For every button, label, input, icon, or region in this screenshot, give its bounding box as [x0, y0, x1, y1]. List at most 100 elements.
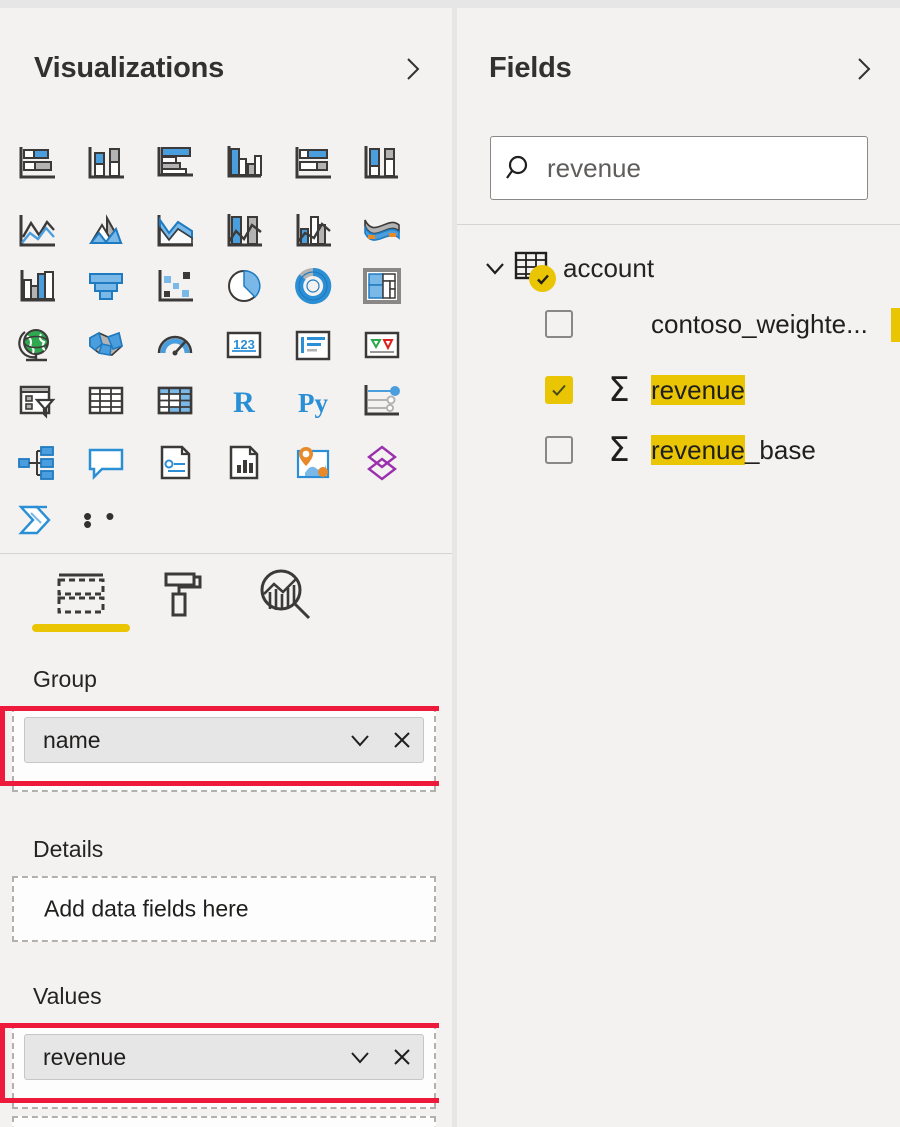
stacked-column-chart-icon[interactable]: [83, 140, 129, 186]
treemap-chart-icon[interactable]: [359, 263, 405, 309]
python-visual-icon[interactable]: Py: [290, 378, 336, 424]
matrix-visual-icon[interactable]: [152, 378, 198, 424]
power-apps-visual-icon[interactable]: [359, 440, 405, 486]
tree-field-label: revenue: [651, 375, 745, 406]
visualizations-pane: Visualizations: [0, 8, 452, 1127]
search-icon: [491, 152, 547, 184]
field-wells: Group name Details Add data fields here …: [0, 648, 452, 1127]
powerbi-panes: Visualizations: [0, 0, 900, 1127]
tree-field-label-rest: _base: [745, 435, 816, 465]
filled-map-icon[interactable]: [83, 323, 129, 369]
tree-field-label-highlight: revenue: [651, 435, 745, 465]
fields-search-box[interactable]: revenue: [490, 136, 868, 200]
dropzone-group[interactable]: name: [12, 706, 436, 792]
decomposition-tree-icon[interactable]: [14, 440, 60, 486]
smart-narrative-icon[interactable]: [152, 440, 198, 486]
clustered-column-chart-icon[interactable]: [221, 140, 267, 186]
viz-pane-scrollbar-track[interactable]: [439, 636, 452, 1127]
key-influencers-icon[interactable]: [359, 378, 405, 424]
line-and-clustered-column-chart-icon[interactable]: [290, 208, 336, 254]
close-icon[interactable]: [381, 719, 423, 761]
clustered-bar-chart-icon[interactable]: [152, 140, 198, 186]
stacked-bar-chart-icon[interactable]: [14, 140, 60, 186]
dropzone-values[interactable]: revenue: [12, 1023, 436, 1109]
tree-field-contoso-weighted[interactable]: Σ contoso_weighte...: [457, 298, 900, 350]
chevron-down-icon[interactable]: [339, 719, 381, 761]
r-script-visual-icon[interactable]: R: [221, 378, 267, 424]
dropzone-values-next[interactable]: [12, 1116, 436, 1127]
highlight-truncation-marker: [891, 308, 900, 342]
funnel-chart-icon[interactable]: [83, 263, 129, 309]
tree-field-label: contoso_weighte...: [651, 309, 868, 340]
fields-header: Fields: [457, 8, 900, 118]
tree-field-revenue-base[interactable]: Σ revenue_base: [457, 424, 900, 476]
field-pill-label: name: [25, 727, 339, 754]
close-icon[interactable]: [381, 1036, 423, 1078]
svg-text:R: R: [233, 386, 255, 419]
chevron-right-icon[interactable]: [398, 54, 428, 84]
check-badge-icon: [529, 265, 556, 292]
tab-analytics[interactable]: [237, 566, 333, 640]
paginated-report-icon[interactable]: [221, 440, 267, 486]
sigma-aggregate-icon: Σ: [597, 373, 641, 407]
tab-fields[interactable]: [33, 566, 129, 640]
field-pill-name[interactable]: name: [24, 717, 424, 763]
visualizations-title: Visualizations: [34, 52, 224, 85]
visualizations-header: Visualizations: [0, 8, 452, 118]
dropzone-placeholder-details: Add data fields here: [44, 896, 249, 923]
sigma-aggregate-icon: Σ: [597, 433, 641, 467]
ribbon-chart-icon[interactable]: [359, 208, 405, 254]
multi-row-card-icon[interactable]: [290, 323, 336, 369]
hundred-percent-stacked-column-chart-icon[interactable]: [359, 140, 405, 186]
tab-format[interactable]: [135, 566, 231, 640]
tree-table-account[interactable]: account: [477, 246, 654, 290]
slicer-icon[interactable]: [14, 378, 60, 424]
hundred-percent-stacked-bar-chart-icon[interactable]: [290, 140, 336, 186]
visualization-gallery: 123: [0, 130, 452, 550]
svg-text:123: 123: [233, 337, 255, 352]
well-label-details: Details: [33, 836, 103, 863]
field-checkbox[interactable]: [545, 436, 573, 464]
chevron-down-icon[interactable]: [339, 1036, 381, 1078]
tree-field-revenue[interactable]: Σ revenue: [457, 364, 900, 416]
pane-tabs: [0, 560, 452, 650]
fields-title: Fields: [489, 52, 572, 85]
fields-search-input[interactable]: revenue: [547, 153, 867, 184]
gallery-divider: [0, 553, 452, 554]
fields-table-icon: [53, 566, 109, 622]
field-pill-revenue[interactable]: revenue: [24, 1034, 424, 1080]
kpi-chart-icon[interactable]: [359, 323, 405, 369]
chevron-right-icon[interactable]: [849, 54, 879, 84]
gauge-chart-icon[interactable]: [152, 323, 198, 369]
map-globe-icon[interactable]: [14, 323, 60, 369]
pie-chart-icon[interactable]: [221, 263, 267, 309]
table-visual-icon[interactable]: [83, 378, 129, 424]
power-automate-visual-icon[interactable]: [14, 498, 60, 544]
well-label-group: Group: [33, 666, 97, 693]
area-chart-icon[interactable]: [83, 208, 129, 254]
line-and-stacked-column-chart-icon[interactable]: [221, 208, 267, 254]
waterfall-chart-icon[interactable]: [14, 263, 60, 309]
donut-chart-icon[interactable]: [290, 263, 336, 309]
active-tab-underline: [32, 624, 130, 632]
qna-visual-icon[interactable]: [83, 440, 129, 486]
scatter-chart-icon[interactable]: [152, 263, 198, 309]
chevron-down-icon[interactable]: [477, 255, 513, 281]
tree-table-label: account: [563, 253, 654, 284]
azure-map-icon[interactable]: [290, 440, 336, 486]
field-checkbox[interactable]: [545, 310, 573, 338]
svg-text:Py: Py: [298, 388, 328, 418]
table-icon: [513, 249, 555, 287]
line-chart-icon[interactable]: [14, 208, 60, 254]
paint-roller-icon: [155, 566, 211, 622]
more-visuals-button[interactable]: • • •: [83, 498, 129, 544]
fields-divider: [457, 224, 900, 225]
well-label-values: Values: [33, 983, 102, 1010]
dropzone-details[interactable]: Add data fields here: [12, 876, 436, 942]
field-checkbox[interactable]: [545, 376, 573, 404]
stacked-area-chart-icon[interactable]: [152, 208, 198, 254]
sigma-placeholder: Σ: [597, 307, 641, 341]
tree-field-label: revenue_base: [651, 435, 816, 466]
tree-field-label-highlight: revenue: [651, 375, 745, 405]
card-123-icon[interactable]: 123: [221, 323, 267, 369]
